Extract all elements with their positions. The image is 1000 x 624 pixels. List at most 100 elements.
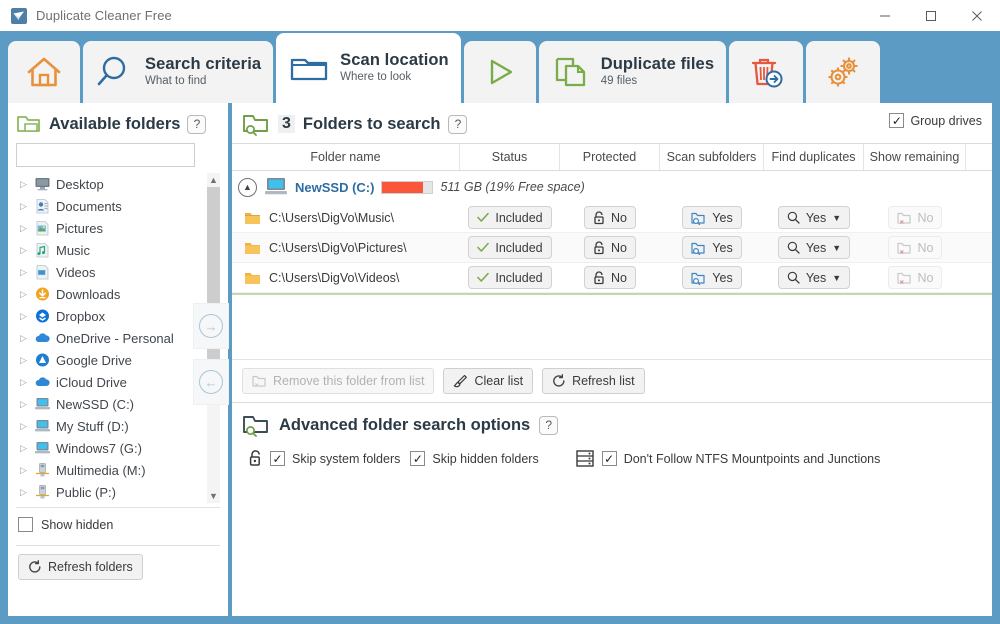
table-row[interactable]: C:\Users\DigVo\Videos\ Included	[232, 263, 992, 293]
tree-item-windows7-g[interactable]: ▷ Windows7 (G:)	[16, 437, 220, 459]
find-duplicates-button[interactable]: Yes ▼	[778, 236, 850, 259]
refresh-list-button[interactable]: Refresh list	[542, 368, 645, 394]
tree-item-onedrive[interactable]: ▷ OneDrive - Personal	[16, 327, 220, 349]
tab-remove-files[interactable]	[729, 41, 803, 103]
chevron-down-icon[interactable]: ▼	[832, 273, 841, 283]
group-drives-checkbox-row[interactable]: ✓ Group drives	[889, 113, 982, 128]
tree-item-icloud[interactable]: ▷ iCloud Drive	[16, 371, 220, 393]
tab-scan-location[interactable]: Scan location Where to look	[276, 33, 461, 103]
protected-button[interactable]: No	[584, 266, 636, 289]
column-header-find-duplicates[interactable]: Find duplicates	[764, 144, 864, 170]
chevron-right-icon[interactable]: ▷	[18, 421, 29, 432]
scan-subfolders-cell[interactable]: Yes	[660, 206, 764, 229]
column-header-folder-name[interactable]: Folder name	[232, 144, 460, 170]
show-remaining-cell[interactable]: No	[864, 206, 966, 229]
clear-list-button[interactable]: Clear list	[443, 368, 533, 394]
chevron-right-icon[interactable]: ▷	[18, 465, 29, 476]
tree-item-public-p[interactable]: ▷ Public (P:)	[16, 481, 220, 503]
help-icon[interactable]: ?	[539, 416, 558, 435]
find-duplicates-cell[interactable]: Yes ▼	[764, 236, 864, 259]
tree-item-multimedia-m[interactable]: ▷ Multimedia (M:)	[16, 459, 220, 481]
chevron-right-icon[interactable]: ▷	[18, 487, 29, 498]
find-duplicates-cell[interactable]: Yes ▼	[764, 206, 864, 229]
collapse-icon[interactable]: ▲	[238, 178, 257, 197]
show-remaining-button[interactable]: No	[888, 266, 943, 289]
scan-subfolders-button[interactable]: Yes	[682, 206, 741, 229]
group-drives-checkbox[interactable]: ✓	[889, 113, 904, 128]
chevron-right-icon[interactable]: ▷	[18, 267, 29, 278]
scroll-up-icon[interactable]: ▲	[207, 173, 220, 187]
find-duplicates-button[interactable]: Yes ▼	[778, 206, 850, 229]
scan-subfolders-cell[interactable]: Yes	[660, 236, 764, 259]
remove-folder-button[interactable]: ←	[193, 359, 229, 405]
tree-item-mystuff-d[interactable]: ▷ My Stuff (D:)	[16, 415, 220, 437]
ntfs-mountpoints-checkbox[interactable]: ✓	[602, 451, 617, 466]
status-cell[interactable]: Included	[460, 266, 560, 289]
scroll-down-icon[interactable]: ▼	[207, 489, 220, 503]
folder-search-input[interactable]	[16, 143, 195, 167]
skip-hidden-folders-option[interactable]: ✓ Skip hidden folders	[410, 451, 538, 466]
protected-cell[interactable]: No	[560, 206, 660, 229]
find-duplicates-button[interactable]: Yes ▼	[778, 266, 850, 289]
chevron-right-icon[interactable]: ▷	[18, 333, 29, 344]
tree-item-pictures[interactable]: ▷ Pictures	[16, 217, 220, 239]
tab-search-criteria[interactable]: Search criteria What to find	[83, 41, 273, 103]
table-row[interactable]: C:\Users\DigVo\Music\ Included	[232, 203, 992, 233]
column-header-status[interactable]: Status	[460, 144, 560, 170]
chevron-right-icon[interactable]: ▷	[18, 399, 29, 410]
tab-duplicate-files[interactable]: Duplicate files 49 files	[539, 41, 726, 103]
show-remaining-button[interactable]: No	[888, 236, 943, 259]
status-button[interactable]: Included	[468, 266, 551, 289]
refresh-folders-button[interactable]: Refresh folders	[18, 554, 143, 580]
chevron-right-icon[interactable]: ▷	[18, 377, 29, 388]
status-cell[interactable]: Included	[460, 236, 560, 259]
show-remaining-cell[interactable]: No	[864, 236, 966, 259]
show-remaining-cell[interactable]: No	[864, 266, 966, 289]
scan-subfolders-cell[interactable]: Yes	[660, 266, 764, 289]
tree-item-downloads[interactable]: ▷ Downloads	[16, 283, 220, 305]
show-remaining-button[interactable]: No	[888, 206, 943, 229]
skip-system-folders-checkbox[interactable]: ✓	[270, 451, 285, 466]
help-icon[interactable]: ?	[187, 115, 206, 134]
column-header-protected[interactable]: Protected	[560, 144, 660, 170]
tab-settings[interactable]	[806, 41, 880, 103]
protected-cell[interactable]: No	[560, 236, 660, 259]
status-button[interactable]: Included	[468, 206, 551, 229]
column-header-show-remaining[interactable]: Show remaining	[864, 144, 966, 170]
chevron-down-icon[interactable]: ▼	[832, 213, 841, 223]
skip-hidden-folders-checkbox[interactable]: ✓	[410, 451, 425, 466]
tree-item-dropbox[interactable]: ▷ Dropbox	[16, 305, 220, 327]
chevron-right-icon[interactable]: ▷	[18, 245, 29, 256]
tree-item-videos[interactable]: ▷ Videos	[16, 261, 220, 283]
chevron-right-icon[interactable]: ▷	[18, 311, 29, 322]
protected-cell[interactable]: No	[560, 266, 660, 289]
chevron-right-icon[interactable]: ▷	[18, 179, 29, 190]
remove-folder-from-list-button[interactable]: Remove this folder from list	[242, 368, 434, 394]
column-header-scan-subfolders[interactable]: Scan subfolders	[660, 144, 764, 170]
tab-start-scan[interactable]	[464, 41, 536, 103]
tree-item-newssd-c[interactable]: ▷ NewSSD (C:)	[16, 393, 220, 415]
chevron-right-icon[interactable]: ▷	[18, 443, 29, 454]
find-duplicates-cell[interactable]: Yes ▼	[764, 266, 864, 289]
tab-home[interactable]	[8, 41, 80, 103]
protected-button[interactable]: No	[584, 206, 636, 229]
help-icon[interactable]: ?	[448, 115, 467, 134]
chevron-right-icon[interactable]: ▷	[18, 355, 29, 366]
drive-group-row[interactable]: ▲ NewSSD (C:) 511 GB (19% Free space)	[232, 171, 992, 203]
tree-item-music[interactable]: ▷ Music	[16, 239, 220, 261]
scan-subfolders-button[interactable]: Yes	[682, 266, 741, 289]
folder-tree[interactable]: ▷ Desktop ▷ Documents ▷	[16, 173, 220, 503]
add-folder-button[interactable]: →	[193, 303, 229, 349]
table-row[interactable]: C:\Users\DigVo\Pictures\ Included	[232, 233, 992, 263]
ntfs-mountpoints-option[interactable]: ✓ Don't Follow NTFS Mountpoints and Junc…	[575, 449, 881, 468]
chevron-right-icon[interactable]: ▷	[18, 289, 29, 300]
tree-item-documents[interactable]: ▷ Documents	[16, 195, 220, 217]
status-cell[interactable]: Included	[460, 206, 560, 229]
chevron-right-icon[interactable]: ▷	[18, 201, 29, 212]
status-button[interactable]: Included	[468, 236, 551, 259]
chevron-down-icon[interactable]: ▼	[832, 243, 841, 253]
show-hidden-checkbox-row[interactable]: Show hidden	[8, 508, 228, 541]
protected-button[interactable]: No	[584, 236, 636, 259]
chevron-right-icon[interactable]: ▷	[18, 223, 29, 234]
tree-item-googledrive[interactable]: ▷ Google Drive	[16, 349, 220, 371]
